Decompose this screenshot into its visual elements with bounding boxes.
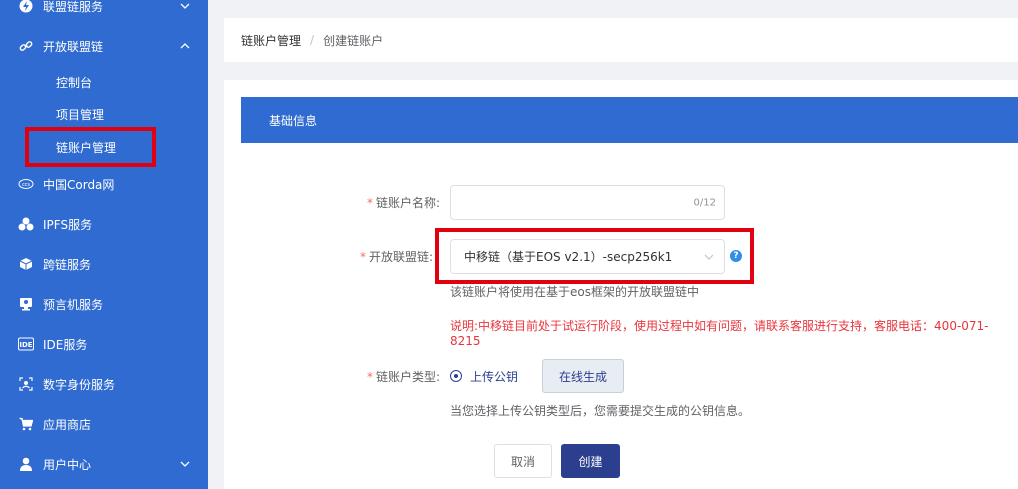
cancel-button[interactable]: 取消 (494, 444, 552, 478)
sidebar-item-ipfs[interactable]: IPFS服务 (0, 204, 208, 244)
ide-icon: IDE (18, 336, 34, 352)
help-icon[interactable]: ? (730, 250, 742, 262)
sidebar-subitem-chain-accounts[interactable]: 链账户管理 (0, 131, 208, 163)
upload-public-key-radio[interactable] (450, 370, 462, 382)
chevron-down-icon (180, 3, 190, 9)
sidebar-item-oracle[interactable]: 预言机服务 (0, 284, 208, 324)
cube-icon (18, 256, 34, 272)
sidebar-item-label: 联盟链服务 (43, 0, 104, 14)
create-button-label: 创建 (578, 454, 603, 469)
generate-online-button-label: 在线生成 (558, 369, 607, 384)
lightning-icon (18, 0, 34, 14)
link-icon (18, 38, 34, 54)
sidebar-item-app-store[interactable]: 应用商店 (0, 404, 208, 444)
svg-text:ccs: ccs (22, 182, 30, 188)
section-header: 基础信息 (241, 97, 1018, 143)
chevron-down-icon (704, 254, 714, 260)
breadcrumb-parent-link[interactable]: 链账户管理 (241, 32, 301, 49)
chevron-down-icon (180, 461, 190, 467)
sidebar-item-digital-identity[interactable]: 数字身份服务 (0, 364, 208, 404)
account-type-hint: 当您选择上传公钥类型后，您需要提交生成的公钥信息。 (450, 404, 751, 418)
account-type-label: * 链账户类型: (366, 370, 440, 384)
sidebar-item-label: 数字身份服务 (43, 377, 116, 392)
id-scan-icon (18, 376, 34, 392)
char-counter: 0/12 (693, 197, 716, 208)
sidebar-subitem-projects[interactable]: 项目管理 (0, 98, 208, 130)
account-name-label: * 链账户名称: (366, 196, 440, 210)
svg-text:IDE: IDE (19, 341, 32, 349)
account-name-input[interactable]: 0/12 (450, 185, 725, 220)
user-icon (18, 456, 34, 472)
sidebar-subitem-label: 链账户管理 (56, 140, 117, 155)
open-chain-hint: 该链账户将使用在基于eos框架的开放联盟链中 (450, 285, 699, 299)
open-chain-warning: 说明:中移链目前处于试运行阶段，使用过程中如有问题，请联系客服进行支持，客服电话… (450, 319, 989, 348)
sidebar-subitem-label: 项目管理 (56, 107, 105, 122)
open-chain-select-value: 中移链（基于EOS v2.1）-secp256k1 (464, 250, 673, 264)
sidebar-item-label: 用户中心 (43, 457, 92, 472)
sidebar-item-corda[interactable]: ccs 中国Corda网 (0, 164, 208, 204)
sidebar-item-label: 开放联盟链 (43, 39, 104, 54)
required-mark: * (360, 250, 366, 264)
breadcrumb-current: 创建链账户 (323, 33, 384, 48)
sidebar-item-user-center[interactable]: 用户中心 (0, 444, 208, 484)
main-card: 基础信息 * 链账户名称: 0/12 * 开放联盟链: 中移链（基于EOS v2.1… (224, 80, 1018, 489)
cancel-button-label: 取消 (510, 454, 535, 469)
sidebar-subitem-label: 控制台 (56, 75, 93, 90)
sidebar-item-ide[interactable]: IDE IDE服务 (0, 324, 208, 364)
sidebar-item-alliance-chain[interactable]: 联盟链服务 (0, 0, 208, 26)
monitor-icon (18, 296, 34, 312)
open-chain-select[interactable]: 中移链（基于EOS v2.1）-secp256k1 (450, 239, 725, 274)
sidebar-item-label: 跨链服务 (43, 257, 92, 272)
sidebar-subitem-console[interactable]: 控制台 (0, 66, 208, 98)
required-mark: * (366, 196, 373, 210)
sidebar-item-label: IDE服务 (43, 337, 88, 352)
cluster-icon (18, 216, 34, 232)
sidebar-item-open-alliance-chain[interactable]: 开放联盟链 (0, 26, 208, 66)
sidebar-item-label: 中国Corda网 (43, 177, 115, 192)
breadcrumb: 链账户管理 / 创建链账户 (224, 18, 1018, 62)
sidebar-item-label: IPFS服务 (43, 217, 93, 232)
chevron-up-icon (180, 43, 190, 49)
corda-icon: ccs (18, 176, 34, 192)
section-title: 基础信息 (269, 113, 318, 128)
sidebar-item-label: 预言机服务 (43, 297, 104, 312)
sidebar: 联盟链服务 开放联盟链 控制台 项目管理 链账户管理 ccs 中国Corda网 … (0, 0, 208, 489)
generate-online-button[interactable]: 在线生成 (542, 359, 624, 393)
upload-public-key-label[interactable]: 上传公钥 (470, 368, 518, 385)
sidebar-item-label: 应用商店 (43, 417, 92, 432)
required-mark: * (366, 370, 373, 384)
breadcrumb-separator: / (310, 33, 315, 47)
create-button[interactable]: 创建 (561, 444, 620, 478)
sidebar-item-cross-chain[interactable]: 跨链服务 (0, 244, 208, 284)
open-chain-label: * 开放联盟链: (360, 250, 434, 264)
cart-icon (18, 416, 34, 432)
